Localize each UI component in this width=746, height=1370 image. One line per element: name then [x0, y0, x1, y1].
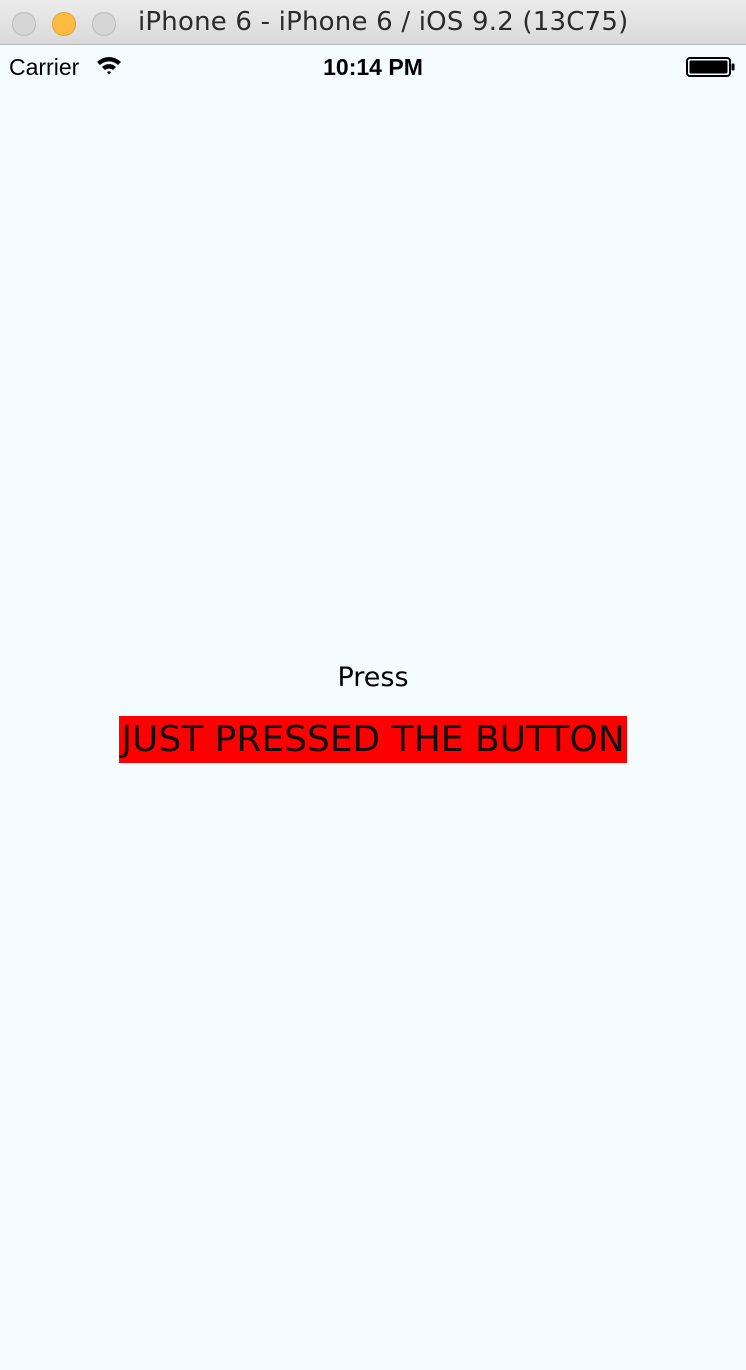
close-window-button[interactable] — [12, 12, 36, 36]
battery-full-icon — [686, 57, 735, 77]
status-time: 10:14 PM — [323, 54, 423, 80]
ios-status-bar: Carrier 10:14 PM — [0, 46, 746, 86]
press-button[interactable]: Press — [0, 662, 746, 693]
app-content: Press JUST PRESSED THE BUTTON — [0, 86, 746, 1370]
zoom-window-button[interactable] — [92, 12, 116, 36]
window-title: iPhone 6 - iPhone 6 / iOS 9.2 (13C75) — [138, 7, 629, 37]
simulator-window: iPhone 6 - iPhone 6 / iOS 9.2 (13C75) Ca… — [0, 0, 746, 1370]
status-label: JUST PRESSED THE BUTTON — [119, 716, 627, 763]
window-titlebar: iPhone 6 - iPhone 6 / iOS 9.2 (13C75) — [0, 0, 746, 45]
status-label-container: JUST PRESSED THE BUTTON — [0, 716, 746, 763]
minimize-window-button[interactable] — [52, 12, 76, 36]
